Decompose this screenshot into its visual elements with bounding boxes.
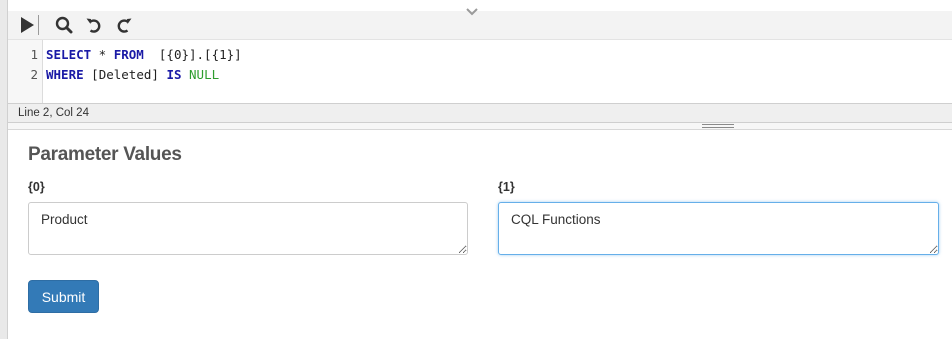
code-text: *	[91, 47, 114, 62]
editor-status-bar: Line 2, Col 24	[8, 103, 952, 123]
search-button[interactable]	[54, 15, 74, 35]
sql-null-literal: NULL	[189, 67, 220, 82]
line-number: 1	[30, 47, 38, 62]
redo-icon	[117, 18, 132, 33]
code-text: [Deleted]	[83, 67, 167, 82]
code-text: [{0}].[{1}]	[143, 47, 242, 62]
undo-button[interactable]	[84, 15, 104, 35]
sql-keyword: FROM	[113, 47, 144, 62]
play-icon	[21, 17, 34, 33]
run-button[interactable]	[18, 15, 36, 35]
left-rail	[0, 0, 8, 339]
redo-button[interactable]	[114, 15, 134, 35]
toolbar-separator	[38, 15, 39, 35]
undo-icon	[86, 18, 101, 33]
collapse-chevron-icon[interactable]	[460, 5, 484, 21]
editor-toolbar	[8, 8, 952, 39]
line-number-gutter: 1 2	[8, 40, 43, 104]
param-1-label: {1}	[498, 180, 515, 194]
drag-handle-icon[interactable]	[702, 124, 734, 128]
line-number: 2	[30, 67, 38, 82]
search-icon	[55, 16, 73, 34]
code-line-1[interactable]: SELECT * FROM [{0}].[{1}]	[46, 47, 242, 62]
sql-keyword: WHERE	[46, 67, 84, 82]
code-line-2[interactable]: WHERE [Deleted] IS NULL	[46, 67, 219, 82]
parameter-panel: Parameter Values {0} Product {1} CQL Fun…	[8, 129, 952, 340]
sql-keyword: IS	[166, 67, 182, 82]
param-1-input[interactable]: CQL Functions	[498, 202, 939, 255]
param-0-input[interactable]: Product	[28, 202, 468, 255]
panel-title: Parameter Values	[28, 144, 182, 165]
sql-editor[interactable]: 1 2 SELECT * FROM [{0}].[{1}] WHERE [Del…	[8, 39, 952, 104]
param-0-label: {0}	[28, 180, 45, 194]
submit-button[interactable]: Submit	[28, 280, 99, 313]
sql-keyword: SELECT	[46, 47, 92, 62]
